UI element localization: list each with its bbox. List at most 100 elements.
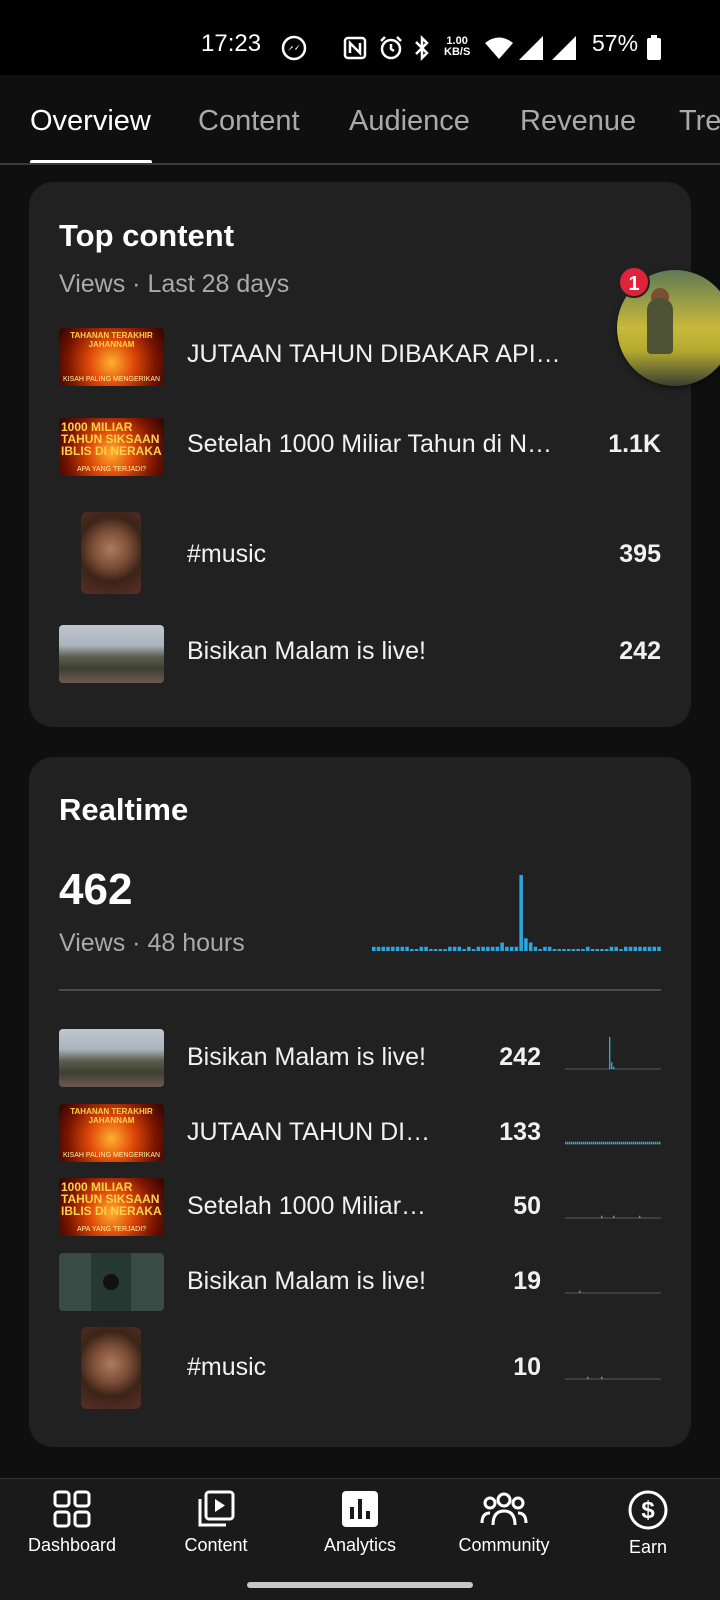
sparkline-bar [645,1141,647,1144]
chart-bar [467,946,471,951]
chart-bar [376,946,381,951]
chart-bar [566,949,571,951]
view-count: 1.1K [608,430,661,458]
list-item[interactable]: TAHANAN TERAKHIR JAHANNAM KISAH PALING M… [29,1104,691,1174]
video-title: #music [187,1353,267,1381]
chart-bar [381,946,386,951]
sparkline-bar [633,1141,635,1144]
sparkline-bar [631,1141,633,1144]
list-item[interactable]: 1000 MILIAR TAHUN SIKSAAN IBLIS DI NERAK… [29,1178,691,1248]
sparkline-bar [615,1141,617,1144]
nav-content[interactable]: Content [144,1489,288,1556]
alarm-icon [378,35,404,66]
video-thumbnail [59,1253,164,1311]
list-item[interactable]: Bisikan Malam is live! 242 [29,625,691,695]
chart-bar [462,949,466,951]
sparkline [565,1215,661,1219]
sparkline [565,1141,661,1145]
tab-revenue[interactable]: Revenue [520,105,636,138]
list-item[interactable]: Bisikan Malam is live! 242 [29,1029,691,1099]
active-tab-indicator [30,160,152,163]
chart-bar [514,946,519,951]
chart-bar [533,946,538,951]
chart-bar [552,949,557,951]
community-icon [432,1489,576,1529]
sparkline-bar [579,1290,581,1293]
video-thumbnail: 1000 MILIAR TAHUN SIKSAAN IBLIS DI NERAK… [59,418,164,476]
sparkline-bar [577,1141,579,1144]
chart-bar [433,949,438,951]
video-title: Bisikan Malam is live! [187,637,426,665]
chart-bar [429,949,433,951]
sparkline-bar [613,1215,615,1218]
chart-bar [604,949,609,951]
sparkline-bar [613,1141,615,1144]
video-title: Setelah 1000 Miliar … [187,1192,432,1220]
sparkline-bar [619,1141,621,1144]
view-count: 395 [619,540,661,568]
chart-bar [642,946,647,951]
video-thumbnail [59,1029,164,1087]
sparkline-bar [635,1141,637,1144]
sparkline-bar [601,1376,603,1379]
video-title: JUTAAN TAHUN DIBAKAR API… [187,340,561,368]
chart-bar [481,946,485,951]
chart-bar [400,946,405,951]
chart-bar [452,946,457,951]
chart-bar [614,946,619,951]
chart-bar [519,875,523,951]
view-count: 19 [513,1267,541,1295]
list-item[interactable]: TAHANAN TERAKHIR JAHANNAM KISAH PALING M… [29,328,691,400]
card-title: Realtime [59,792,189,827]
dashboard-icon [0,1489,144,1529]
tab-overview[interactable]: Overview [30,105,151,138]
analytics-icon [288,1489,432,1529]
list-item[interactable]: Bisikan Malam is live! 19 [29,1253,691,1323]
video-title: #music [187,540,267,568]
tab-audience[interactable]: Audience [349,105,470,138]
view-count: 10 [513,1353,541,1381]
sparkline-bar [585,1141,587,1144]
chart-bar [490,946,495,951]
video-title: Bisikan Malam is live! [187,1043,426,1071]
sparkline-bar [587,1141,589,1144]
sparkline-bar [593,1141,595,1144]
chart-bar [505,946,509,951]
chart-bar [538,949,542,951]
svg-text:$: $ [641,1497,655,1524]
sparkline-bar [567,1141,569,1144]
nav-earn[interactable]: $ Earn [576,1489,720,1558]
list-item[interactable]: #music 10 [29,1327,691,1413]
chart-bar [448,946,452,951]
chart-bar [609,946,614,951]
sparkline-bar [595,1141,597,1144]
chart-bar [581,949,585,951]
sparkline-bar [625,1141,627,1144]
nav-community[interactable]: Community [432,1489,576,1556]
status-time: 17:23 [201,30,262,57]
nav-dashboard[interactable]: Dashboard [0,1489,144,1556]
video-thumbnail: TAHANAN TERAKHIR JAHANNAM KISAH PALING M… [59,328,164,386]
nav-analytics[interactable]: Analytics [288,1489,432,1556]
messenger-icon [280,34,308,67]
content-icon [144,1489,288,1529]
chart-bar [457,946,462,951]
sparkline-bar [583,1141,585,1144]
tab-trends[interactable]: Tre [679,105,720,138]
sparkline-bar [659,1141,661,1144]
sparkline-bar [621,1141,623,1144]
list-item[interactable]: #music 395 [29,512,691,598]
notification-badge: 1 [618,266,650,298]
chart-bar [628,946,633,951]
view-count: 242 [499,1043,541,1071]
chart-bar [500,942,504,951]
tab-content[interactable]: Content [198,105,300,138]
chart-bar [547,946,552,951]
sparkline-bar [569,1141,571,1144]
chart-bar [443,949,447,951]
sparkline-bar [599,1141,601,1144]
list-item[interactable]: 1000 MILIAR TAHUN SIKSAAN IBLIS DI NERAK… [29,418,691,490]
chart-bar [391,946,395,951]
home-indicator[interactable] [247,1582,473,1588]
card-subtitle: Views · 48 hours [59,929,245,957]
